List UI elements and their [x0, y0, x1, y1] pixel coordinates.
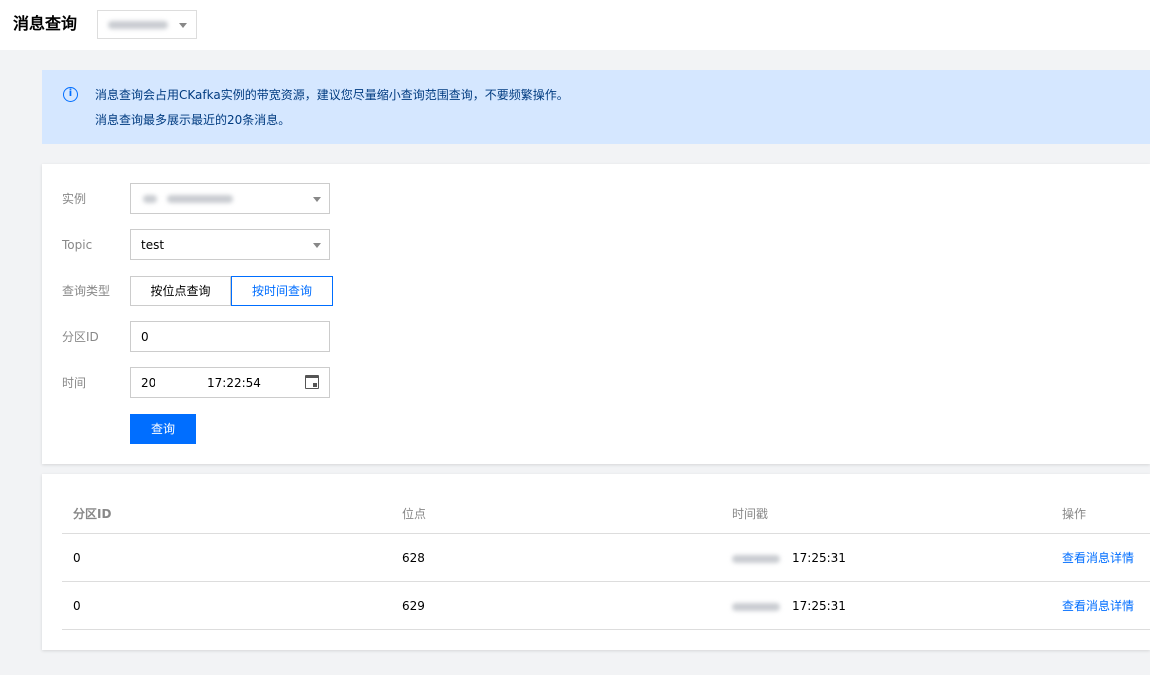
partition-input[interactable]: 0: [130, 321, 330, 352]
result-table: 分区ID 位点 时间戳 操作 0 628 17:25:31 查看消息详情 0 6…: [62, 494, 1150, 630]
partition-label: 分区ID: [62, 330, 99, 344]
chevron-down-icon: [179, 23, 187, 28]
instance-label: 实例: [62, 192, 87, 206]
topic-value: test: [141, 238, 165, 252]
calendar-icon[interactable]: [305, 375, 319, 389]
table-row: 0 628 17:25:31 查看消息详情: [62, 534, 1150, 582]
table-header: 分区ID 位点 时间戳 操作: [62, 494, 1150, 534]
query-button[interactable]: 查询: [130, 414, 196, 444]
topic-label: Topic: [62, 238, 93, 252]
view-message-detail-link[interactable]: 查看消息详情: [1062, 550, 1134, 566]
view-message-detail-link[interactable]: 查看消息详情: [1062, 598, 1134, 614]
cell-offset: 629: [402, 599, 425, 613]
info-icon: i: [63, 87, 78, 102]
query-by-offset-button[interactable]: 按位点查询: [130, 276, 231, 306]
timestamp-date-blurred: [732, 602, 780, 611]
chevron-down-icon: [313, 243, 321, 248]
alert-line-2: 消息查询最多展示最近的20条消息。: [95, 113, 291, 127]
column-header-timestamp: 时间戳: [732, 507, 769, 521]
alert-line-1: 消息查询会占用CKafka实例的带宽资源，建议您尽量缩小查询范围查询，不要频繁操…: [95, 88, 569, 102]
query-form: 实例 Topic test 查询类型 按位点查询 按时间查询 分区ID 0 时间…: [42, 164, 1150, 464]
time-label: 时间: [62, 376, 87, 390]
instance-value-blurred: [143, 195, 157, 203]
instance-select[interactable]: [130, 183, 330, 214]
region-select-value-blurred: [108, 21, 168, 29]
column-header-partition: 分区ID: [73, 507, 112, 521]
instance-value-blurred: [167, 195, 233, 203]
timestamp-date-blurred: [732, 554, 780, 563]
time-value: 17:22:54: [207, 376, 261, 390]
cell-timestamp: 17:25:31: [732, 598, 846, 614]
chevron-down-icon: [313, 197, 321, 202]
info-alert: i 消息查询会占用CKafka实例的带宽资源，建议您尽量缩小查询范围查询，不要频…: [42, 70, 1150, 144]
query-by-time-button[interactable]: 按时间查询: [231, 276, 333, 306]
partition-value: 0: [141, 330, 149, 344]
timestamp-time: 17:25:31: [792, 551, 846, 565]
topic-select[interactable]: test: [130, 229, 330, 260]
page-title: 消息查询: [13, 14, 78, 33]
timestamp-time: 17:25:31: [792, 599, 846, 613]
cell-timestamp: 17:25:31: [732, 550, 846, 566]
cell-partition: 0: [73, 551, 81, 565]
time-picker[interactable]: 20 17:22:54: [130, 367, 330, 398]
top-bar: 消息查询: [0, 0, 1150, 50]
cell-partition: 0: [73, 599, 81, 613]
result-table-card: 分区ID 位点 时间戳 操作 0 628 17:25:31 查看消息详情 0 6…: [42, 474, 1150, 650]
table-row: 0 629 17:25:31 查看消息详情: [62, 582, 1150, 630]
query-type-label: 查询类型: [62, 284, 111, 298]
time-prefix: 20: [141, 376, 157, 390]
column-header-action: 操作: [1062, 507, 1087, 521]
time-date-redacted: [155, 377, 203, 389]
cell-offset: 628: [402, 551, 425, 565]
region-select[interactable]: [97, 10, 197, 39]
column-header-offset: 位点: [402, 507, 427, 521]
